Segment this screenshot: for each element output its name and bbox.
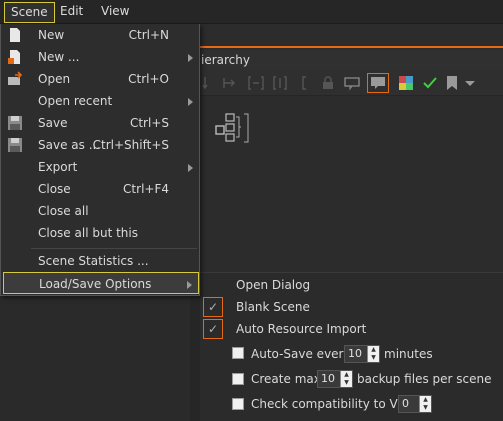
auto-save-minutes-label: minutes — [384, 347, 433, 361]
comment-icon[interactable] — [344, 75, 360, 91]
open-icon — [7, 71, 23, 87]
submenu-arrow-icon — [187, 281, 192, 289]
backup-files-label: backup files per scene — [357, 372, 492, 386]
hierarchy-toolbar — [200, 70, 503, 96]
menu-item-save[interactable]: Save Ctrl+S — [1, 112, 199, 134]
blank-scene-check[interactable]: ✓ — [203, 297, 223, 317]
connector-icon[interactable] — [202, 75, 218, 91]
menu-item-label: Close all but this — [38, 226, 138, 240]
menu-bar: Scene Edit View — [0, 0, 503, 24]
menu-item-label: Load/Save Options — [39, 277, 152, 291]
menu-item-shortcut: Ctrl+N — [128, 28, 169, 42]
menu-separator — [31, 248, 197, 249]
menu-item-shortcut: Ctrl+F4 — [123, 182, 169, 196]
submenu-arrow-icon — [188, 164, 193, 172]
save-icon — [7, 115, 23, 131]
compat-version-value: 0 — [402, 397, 409, 410]
save-icon — [7, 137, 23, 153]
menu-item-scene-statistics[interactable]: Scene Statistics ... — [1, 250, 199, 272]
color-palette-icon[interactable] — [398, 75, 414, 91]
menu-item-close-all[interactable]: Close all — [1, 200, 199, 222]
menu-item-shortcut: Ctrl+Shift+S — [92, 138, 169, 152]
backup-count-value: 10 — [321, 372, 335, 385]
comment-filled-icon[interactable] — [367, 73, 389, 93]
bookmark-icon[interactable] — [444, 75, 460, 91]
lock-icon[interactable] — [320, 75, 336, 91]
scene-menu: New Ctrl+N New ... Open Ctrl+O Open rece… — [0, 24, 200, 296]
menu-item-open-recent[interactable]: Open recent — [1, 90, 199, 112]
auto-resource-import-check[interactable]: ✓ — [203, 319, 223, 339]
chevron-down-icon[interactable] — [462, 75, 478, 91]
menu-item-label: Open — [38, 72, 71, 86]
menu-item-label: New ... — [38, 50, 80, 64]
checkmark-icon[interactable] — [422, 75, 438, 91]
menu-item-close[interactable]: Close Ctrl+F4 — [1, 178, 199, 200]
blank-scene-option[interactable]: Blank Scene — [236, 297, 310, 317]
scene-root-node-icon[interactable] — [214, 112, 250, 147]
menu-scene[interactable]: Scene — [4, 2, 55, 23]
check-compat-label: Check compatibility to V5. — [251, 397, 410, 411]
auto-save-checkbox[interactable] — [232, 347, 244, 359]
menu-item-open[interactable]: Open Ctrl+O — [1, 68, 199, 90]
panel-accent-line — [200, 46, 503, 48]
tab-hierarchy[interactable]: ierarchy — [200, 50, 503, 70]
create-max-label: Create max — [251, 372, 321, 386]
compat-version-stepper[interactable]: 0 ▲ ▼ — [398, 395, 432, 413]
menu-item-label: Close — [38, 182, 71, 196]
link-icon[interactable] — [222, 75, 238, 91]
auto-resource-import-option[interactable]: Auto Resource Import — [236, 319, 366, 339]
menu-edit[interactable]: Edit — [54, 2, 89, 23]
submenu-arrow-icon — [188, 98, 193, 106]
stepper-arrows[interactable]: ▲ ▼ — [340, 371, 352, 387]
new-file-icon — [7, 49, 23, 65]
menu-item-new[interactable]: New Ctrl+N — [1, 24, 199, 46]
menu-view[interactable]: View — [95, 2, 135, 23]
auto-save-interval-stepper[interactable]: 10 ▲ ▼ — [344, 345, 380, 363]
menu-item-label: New — [38, 28, 65, 42]
new-file-icon — [7, 27, 23, 43]
menu-item-export[interactable]: Export — [1, 156, 199, 178]
group-icon[interactable] — [248, 75, 264, 91]
menu-item-shortcut: Ctrl+O — [128, 72, 169, 86]
bracket-icon[interactable] — [300, 75, 316, 91]
menu-item-label: Save — [38, 116, 68, 130]
expand-group-icon[interactable] — [272, 75, 288, 91]
menu-item-label: Save as ... — [38, 138, 101, 152]
menu-item-load-save-options[interactable]: Load/Save Options — [3, 272, 199, 294]
menu-item-label: Open recent — [38, 94, 113, 108]
backup-count-stepper[interactable]: 10 ▲ ▼ — [317, 370, 353, 388]
stepper-arrows[interactable]: ▲ ▼ — [419, 396, 431, 412]
submenu-arrow-icon — [188, 54, 193, 62]
menu-item-label: Export — [38, 160, 78, 174]
menu-item-save-as[interactable]: Save as ... Ctrl+Shift+S — [1, 134, 199, 156]
auto-save-label: Auto-Save every — [251, 347, 351, 361]
check-compat-checkbox[interactable] — [232, 398, 244, 410]
menu-item-shortcut: Ctrl+S — [129, 116, 169, 130]
menu-item-label: Close all — [38, 204, 89, 218]
open-dialog-option[interactable]: Open Dialog — [236, 275, 310, 295]
auto-save-interval-value: 10 — [348, 347, 362, 360]
menu-item-label: Scene Statistics ... — [38, 254, 149, 268]
menu-item-new-submenu[interactable]: New ... — [1, 46, 199, 68]
menu-item-close-all-but-this[interactable]: Close all but this — [1, 222, 199, 244]
create-max-checkbox[interactable] — [232, 373, 244, 385]
stepper-arrows[interactable]: ▲ ▼ — [367, 346, 379, 362]
